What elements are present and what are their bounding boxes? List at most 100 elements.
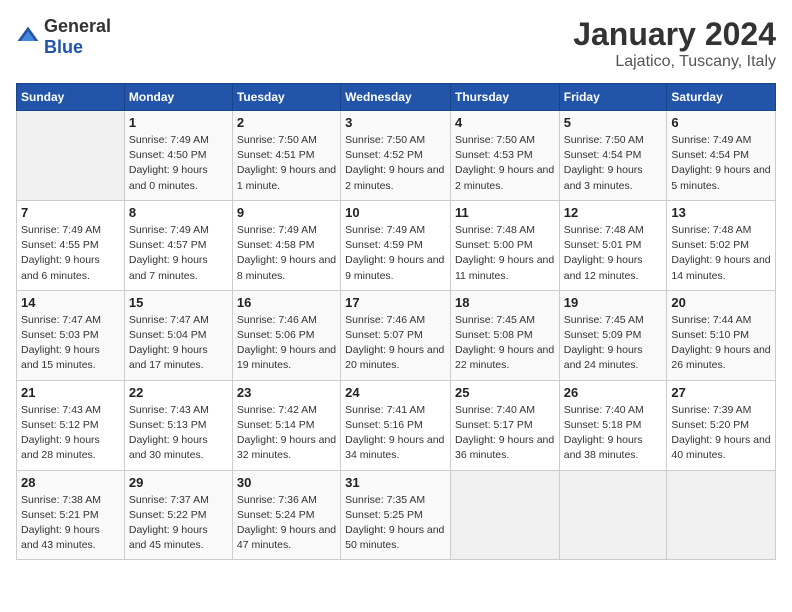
calendar-cell: 3Sunrise: 7:50 AMSunset: 4:52 PMDaylight… <box>341 111 451 201</box>
day-number: 31 <box>345 475 446 490</box>
calendar-cell: 14 Sunrise: 7:47 AMSunset: 5:03 PMDayligh… <box>17 290 125 380</box>
calendar-cell: 31Sunrise: 7:35 AMSunset: 5:25 PMDayligh… <box>341 470 451 560</box>
weekday-header-monday: Monday <box>124 84 232 111</box>
calendar-cell: 13 Sunrise: 7:48 AMSunset: 5:02 PMDayligh… <box>667 200 776 290</box>
calendar-cell: 2 Sunrise: 7:50 AMSunset: 4:51 PMDaylight… <box>232 111 340 201</box>
day-info: Sunrise: 7:42 AMSunset: 5:14 PMDaylight:… <box>237 403 336 464</box>
calendar-cell: 20Sunrise: 7:44 AMSunset: 5:10 PMDayligh… <box>667 290 776 380</box>
day-number: 21 <box>21 385 120 400</box>
day-info: Sunrise: 7:49 AMSunset: 4:58 PMDaylight:… <box>237 223 336 284</box>
day-number: 19 <box>564 295 663 310</box>
calendar-cell: 12 Sunrise: 7:48 AMSunset: 5:01 PMDayligh… <box>559 200 667 290</box>
day-number: 6 <box>671 115 771 130</box>
day-number: 17 <box>345 295 446 310</box>
day-info: Sunrise: 7:48 AMSunset: 5:02 PMDaylight:… <box>671 223 771 284</box>
day-info: Sunrise: 7:50 AMSunset: 4:52 PMDaylight:… <box>345 133 446 194</box>
calendar-cell: 25 Sunrise: 7:40 AMSunset: 5:17 PMDayligh… <box>450 380 559 470</box>
title-block: January 2024 Lajatico, Tuscany, Italy <box>573 16 776 71</box>
day-info: Sunrise: 7:46 AMSunset: 5:07 PMDaylight:… <box>345 313 446 374</box>
month-year-title: January 2024 <box>573 16 776 53</box>
logo-general-text: General <box>44 16 111 36</box>
day-number: 16 <box>237 295 336 310</box>
day-number: 8 <box>129 205 228 220</box>
day-info: Sunrise: 7:36 AMSunset: 5:24 PMDaylight:… <box>237 493 336 554</box>
week-row-5: 28 Sunrise: 7:38 AMSunset: 5:21 PMDayligh… <box>17 470 776 560</box>
day-number: 5 <box>564 115 663 130</box>
day-info: Sunrise: 7:48 AMSunset: 5:00 PMDaylight:… <box>455 223 555 284</box>
calendar-table: SundayMondayTuesdayWednesdayThursdayFrid… <box>16 83 776 560</box>
calendar-cell: 18Sunrise: 7:45 AMSunset: 5:08 PMDayligh… <box>450 290 559 380</box>
calendar-cell: 5Sunrise: 7:50 AMSunset: 4:54 PMDaylight… <box>559 111 667 201</box>
calendar-cell <box>559 470 667 560</box>
calendar-cell: 26 Sunrise: 7:40 AMSunset: 5:18 PMDayligh… <box>559 380 667 470</box>
day-number: 1 <box>129 115 228 130</box>
day-number: 23 <box>237 385 336 400</box>
day-info: Sunrise: 7:48 AMSunset: 5:01 PMDaylight:… <box>564 223 663 284</box>
calendar-cell: 9 Sunrise: 7:49 AMSunset: 4:58 PMDaylight… <box>232 200 340 290</box>
day-info: Sunrise: 7:38 AMSunset: 5:21 PMDaylight:… <box>21 493 120 554</box>
day-info: Sunrise: 7:47 AMSunset: 5:03 PMDaylight:… <box>21 313 120 374</box>
calendar-cell <box>450 470 559 560</box>
weekday-header-wednesday: Wednesday <box>341 84 451 111</box>
day-number: 20 <box>671 295 771 310</box>
day-info: Sunrise: 7:45 AMSunset: 5:09 PMDaylight:… <box>564 313 663 374</box>
weekday-header-row: SundayMondayTuesdayWednesdayThursdayFrid… <box>17 84 776 111</box>
day-info: Sunrise: 7:47 AMSunset: 5:04 PMDaylight:… <box>129 313 228 374</box>
location-subtitle: Lajatico, Tuscany, Italy <box>573 53 776 71</box>
day-number: 26 <box>564 385 663 400</box>
day-info: Sunrise: 7:50 AMSunset: 4:53 PMDaylight:… <box>455 133 555 194</box>
day-number: 24 <box>345 385 446 400</box>
calendar-cell: 23 Sunrise: 7:42 AMSunset: 5:14 PMDayligh… <box>232 380 340 470</box>
calendar-cell: 7 Sunrise: 7:49 AMSunset: 4:55 PMDaylight… <box>17 200 125 290</box>
day-number: 27 <box>671 385 771 400</box>
day-info: Sunrise: 7:43 AMSunset: 5:13 PMDaylight:… <box>129 403 228 464</box>
calendar-cell: 30 Sunrise: 7:36 AMSunset: 5:24 PMDayligh… <box>232 470 340 560</box>
day-number: 14 <box>21 295 120 310</box>
day-info: Sunrise: 7:40 AMSunset: 5:18 PMDaylight:… <box>564 403 663 464</box>
calendar-cell: 6 Sunrise: 7:49 AMSunset: 4:54 PMDaylight… <box>667 111 776 201</box>
weekday-header-tuesday: Tuesday <box>232 84 340 111</box>
weekday-header-thursday: Thursday <box>450 84 559 111</box>
day-info: Sunrise: 7:49 AMSunset: 4:59 PMDaylight:… <box>345 223 446 284</box>
day-info: Sunrise: 7:46 AMSunset: 5:06 PMDaylight:… <box>237 313 336 374</box>
week-row-2: 7 Sunrise: 7:49 AMSunset: 4:55 PMDaylight… <box>17 200 776 290</box>
calendar-cell <box>667 470 776 560</box>
day-info: Sunrise: 7:39 AMSunset: 5:20 PMDaylight:… <box>671 403 771 464</box>
calendar-cell: 11 Sunrise: 7:48 AMSunset: 5:00 PMDayligh… <box>450 200 559 290</box>
day-number: 4 <box>455 115 555 130</box>
day-number: 12 <box>564 205 663 220</box>
calendar-cell: 10 Sunrise: 7:49 AMSunset: 4:59 PMDayligh… <box>341 200 451 290</box>
day-info: Sunrise: 7:49 AMSunset: 4:54 PMDaylight:… <box>671 133 771 194</box>
day-number: 7 <box>21 205 120 220</box>
calendar-cell: 15Sunrise: 7:47 AMSunset: 5:04 PMDayligh… <box>124 290 232 380</box>
day-info: Sunrise: 7:50 AMSunset: 4:51 PMDaylight:… <box>237 133 336 194</box>
day-info: Sunrise: 7:49 AMSunset: 4:55 PMDaylight:… <box>21 223 120 284</box>
day-number: 25 <box>455 385 555 400</box>
week-row-4: 21Sunrise: 7:43 AMSunset: 5:12 PMDayligh… <box>17 380 776 470</box>
day-info: Sunrise: 7:41 AMSunset: 5:16 PMDaylight:… <box>345 403 446 464</box>
day-number: 30 <box>237 475 336 490</box>
day-number: 22 <box>129 385 228 400</box>
day-number: 11 <box>455 205 555 220</box>
weekday-header-saturday: Saturday <box>667 84 776 111</box>
day-number: 2 <box>237 115 336 130</box>
day-number: 29 <box>129 475 228 490</box>
calendar-cell: 19 Sunrise: 7:45 AMSunset: 5:09 PMDayligh… <box>559 290 667 380</box>
day-number: 10 <box>345 205 446 220</box>
weekday-header-friday: Friday <box>559 84 667 111</box>
logo-blue-text: Blue <box>44 37 83 57</box>
day-info: Sunrise: 7:40 AMSunset: 5:17 PMDaylight:… <box>455 403 555 464</box>
weekday-header-sunday: Sunday <box>17 84 125 111</box>
day-number: 13 <box>671 205 771 220</box>
week-row-1: 1Sunrise: 7:49 AMSunset: 4:50 PMDaylight… <box>17 111 776 201</box>
calendar-cell: 8Sunrise: 7:49 AMSunset: 4:57 PMDaylight… <box>124 200 232 290</box>
logo-icon <box>16 25 40 49</box>
calendar-cell: 29Sunrise: 7:37 AMSunset: 5:22 PMDayligh… <box>124 470 232 560</box>
day-number: 28 <box>21 475 120 490</box>
calendar-cell: 16 Sunrise: 7:46 AMSunset: 5:06 PMDayligh… <box>232 290 340 380</box>
calendar-cell: 21Sunrise: 7:43 AMSunset: 5:12 PMDayligh… <box>17 380 125 470</box>
day-number: 9 <box>237 205 336 220</box>
calendar-cell: 1Sunrise: 7:49 AMSunset: 4:50 PMDaylight… <box>124 111 232 201</box>
calendar-cell: 27 Sunrise: 7:39 AMSunset: 5:20 PMDayligh… <box>667 380 776 470</box>
logo: General Blue <box>16 16 111 58</box>
